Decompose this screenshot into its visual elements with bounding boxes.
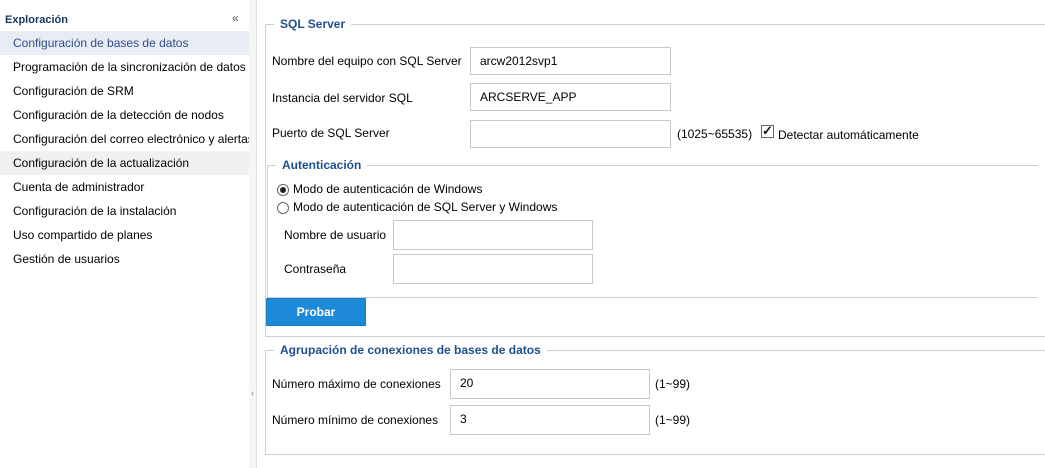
authentication-legend: Autenticación	[282, 158, 362, 172]
checkmark-icon: ✓	[762, 123, 773, 138]
windows-auth-label: Modo de autenticación de Windows	[293, 182, 483, 196]
navigation-sidebar: Exploración « Configuración de bases de …	[0, 0, 250, 468]
machine-name-input[interactable]: arcw2012svp1	[470, 47, 671, 75]
sidebar-item-update-config[interactable]: Configuración de la actualización	[0, 151, 249, 175]
sql-windows-auth-option[interactable]: Modo de autenticación de SQL Server y Wi…	[277, 199, 557, 215]
sidebar-header: Exploración «	[0, 0, 249, 26]
collapse-arrow-icon[interactable]: ‹	[249, 386, 256, 400]
sql-windows-auth-label: Modo de autenticación de SQL Server y Wi…	[293, 200, 558, 214]
sidebar-item-admin-account[interactable]: Cuenta de administrador	[0, 175, 249, 199]
double-chevron-left-icon[interactable]: «	[232, 12, 244, 24]
main-panel: SQL Server Nombre del equipo con SQL Ser…	[257, 0, 1045, 468]
max-range-hint: (1~99)	[655, 377, 691, 391]
sidebar-item-srm-config[interactable]: Configuración de SRM	[0, 79, 249, 103]
sidebar-item-database-config[interactable]: Configuración de bases de datos	[0, 31, 249, 55]
min-connections-input[interactable]: 3	[450, 405, 650, 435]
port-label: Puerto de SQL Server	[272, 126, 390, 140]
windows-auth-option[interactable]: Modo de autenticación de Windows	[277, 181, 482, 197]
sql-server-legend: SQL Server	[280, 17, 346, 31]
connection-pool-legend: Agrupación de conexiones de bases de dat…	[280, 343, 541, 357]
auto-detect-checkbox[interactable]: ✓	[761, 123, 774, 138]
sidebar-item-install-config[interactable]: Configuración de la instalación	[0, 199, 249, 223]
instance-label: Instancia del servidor SQL	[272, 91, 413, 105]
machine-name-label: Nombre del equipo con SQL Server	[272, 54, 462, 68]
port-range-hint: (1025~65535)	[677, 127, 753, 141]
sidebar-item-data-sync-schedule[interactable]: Programación de la sincronización de dat…	[0, 55, 249, 79]
password-input[interactable]	[393, 254, 593, 284]
sidebar-item-node-discovery[interactable]: Configuración de la detección de nodos	[0, 103, 249, 127]
test-button[interactable]: Probar	[266, 298, 366, 326]
auto-detect-label[interactable]: Detectar automáticamente	[778, 128, 919, 142]
username-input[interactable]	[393, 220, 593, 250]
max-connections-input[interactable]: 20	[450, 369, 650, 399]
max-connections-label: Número máximo de conexiones	[272, 377, 441, 391]
connection-pool-group: Agrupación de conexiones de bases de dat…	[265, 343, 1045, 455]
password-label: Contraseña	[284, 262, 347, 276]
sidebar-item-user-management[interactable]: Gestión de usuarios	[0, 247, 249, 271]
port-input[interactable]	[470, 120, 671, 148]
windows-auth-radio[interactable]	[277, 183, 289, 196]
sidebar-item-plan-sharing[interactable]: Uso compartido de planes	[0, 223, 249, 247]
instance-input[interactable]: ARCSERVE_APP	[470, 83, 671, 111]
sidebar-item-email-alerts[interactable]: Configuración del correo electrónico y a…	[0, 127, 249, 151]
min-connections-label: Número mínimo de conexiones	[272, 413, 439, 427]
min-range-hint: (1~99)	[655, 413, 691, 427]
sidebar-nav: Configuración de bases de datos Programa…	[0, 31, 249, 271]
sql-windows-auth-radio[interactable]	[277, 201, 289, 214]
panel-splitter[interactable]: ‹	[249, 0, 257, 468]
sidebar-title: Exploración	[5, 14, 68, 26]
username-label: Nombre de usuario	[284, 228, 387, 242]
